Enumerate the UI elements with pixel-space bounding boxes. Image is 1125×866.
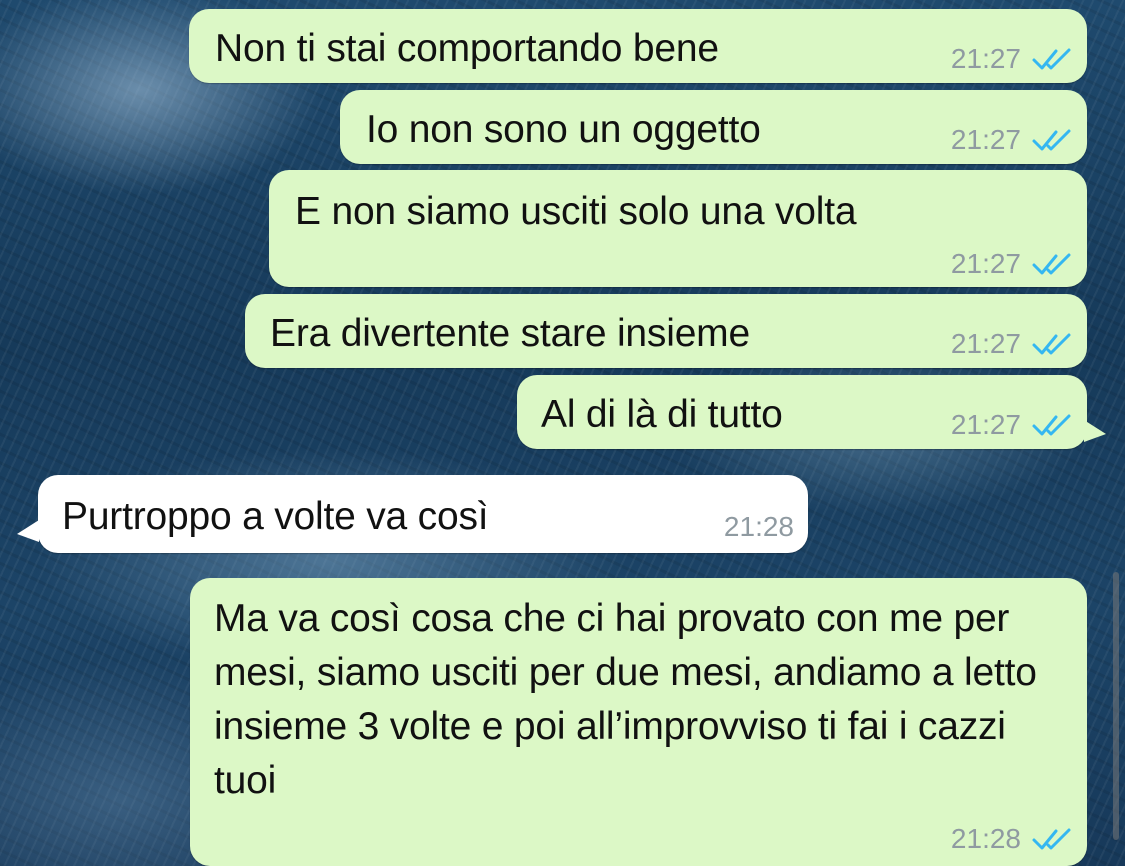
bubble-tail: [1084, 420, 1106, 442]
message-time: 21:28: [723, 511, 794, 542]
message-meta: 21:27: [951, 409, 1075, 441]
double-check-icon: [1032, 828, 1071, 850]
message-text: Io non sono un oggetto: [366, 108, 761, 151]
message-time: 21:28: [950, 823, 1021, 854]
message-text: Al di là di tutto: [541, 393, 783, 436]
message-time: 21:27: [950, 409, 1021, 440]
message-meta: 21:28: [724, 511, 794, 543]
message-meta: 21:27: [951, 124, 1075, 156]
message-bubble-outgoing[interactable]: E non siamo usciti solo una volta 21:27: [269, 170, 1087, 287]
message-meta: 21:28: [951, 823, 1075, 855]
message-bubble-incoming[interactable]: Purtroppo a volte va così 21:28: [38, 475, 808, 553]
message-time: 21:27: [950, 124, 1021, 155]
double-check-icon: [1032, 333, 1071, 355]
message-bubble-outgoing[interactable]: Non ti stai comportando bene 21:27: [189, 9, 1087, 83]
message-text: E non siamo usciti solo una volta: [295, 190, 857, 233]
message-text: Ma va così cosa che ci hai provato con m…: [214, 597, 1037, 802]
message-meta: 21:27: [951, 248, 1075, 280]
scrollbar[interactable]: [1113, 572, 1119, 840]
message-bubble-outgoing[interactable]: Io non sono un oggetto 21:27: [340, 90, 1087, 164]
message-meta: 21:27: [951, 43, 1075, 75]
double-check-icon: [1032, 48, 1071, 70]
double-check-icon: [1032, 414, 1071, 436]
message-text: Era divertente stare insieme: [270, 312, 750, 355]
double-check-icon: [1032, 253, 1071, 275]
message-time: 21:27: [950, 43, 1021, 74]
message-bubble-outgoing[interactable]: Ma va così cosa che ci hai provato con m…: [190, 578, 1087, 866]
message-text: Non ti stai comportando bene: [215, 27, 719, 70]
chat-background: Non ti stai comportando bene 21:27 Io no…: [0, 0, 1125, 866]
message-bubble-outgoing[interactable]: Al di là di tutto 21:27: [517, 375, 1087, 449]
message-bubble-outgoing[interactable]: Era divertente stare insieme 21:27: [245, 294, 1087, 368]
bubble-tail: [17, 520, 39, 542]
message-time: 21:27: [950, 328, 1021, 359]
double-check-icon: [1032, 129, 1071, 151]
message-time: 21:27: [950, 248, 1021, 279]
message-text: Purtroppo a volte va così: [62, 495, 489, 538]
message-meta: 21:27: [951, 328, 1075, 360]
